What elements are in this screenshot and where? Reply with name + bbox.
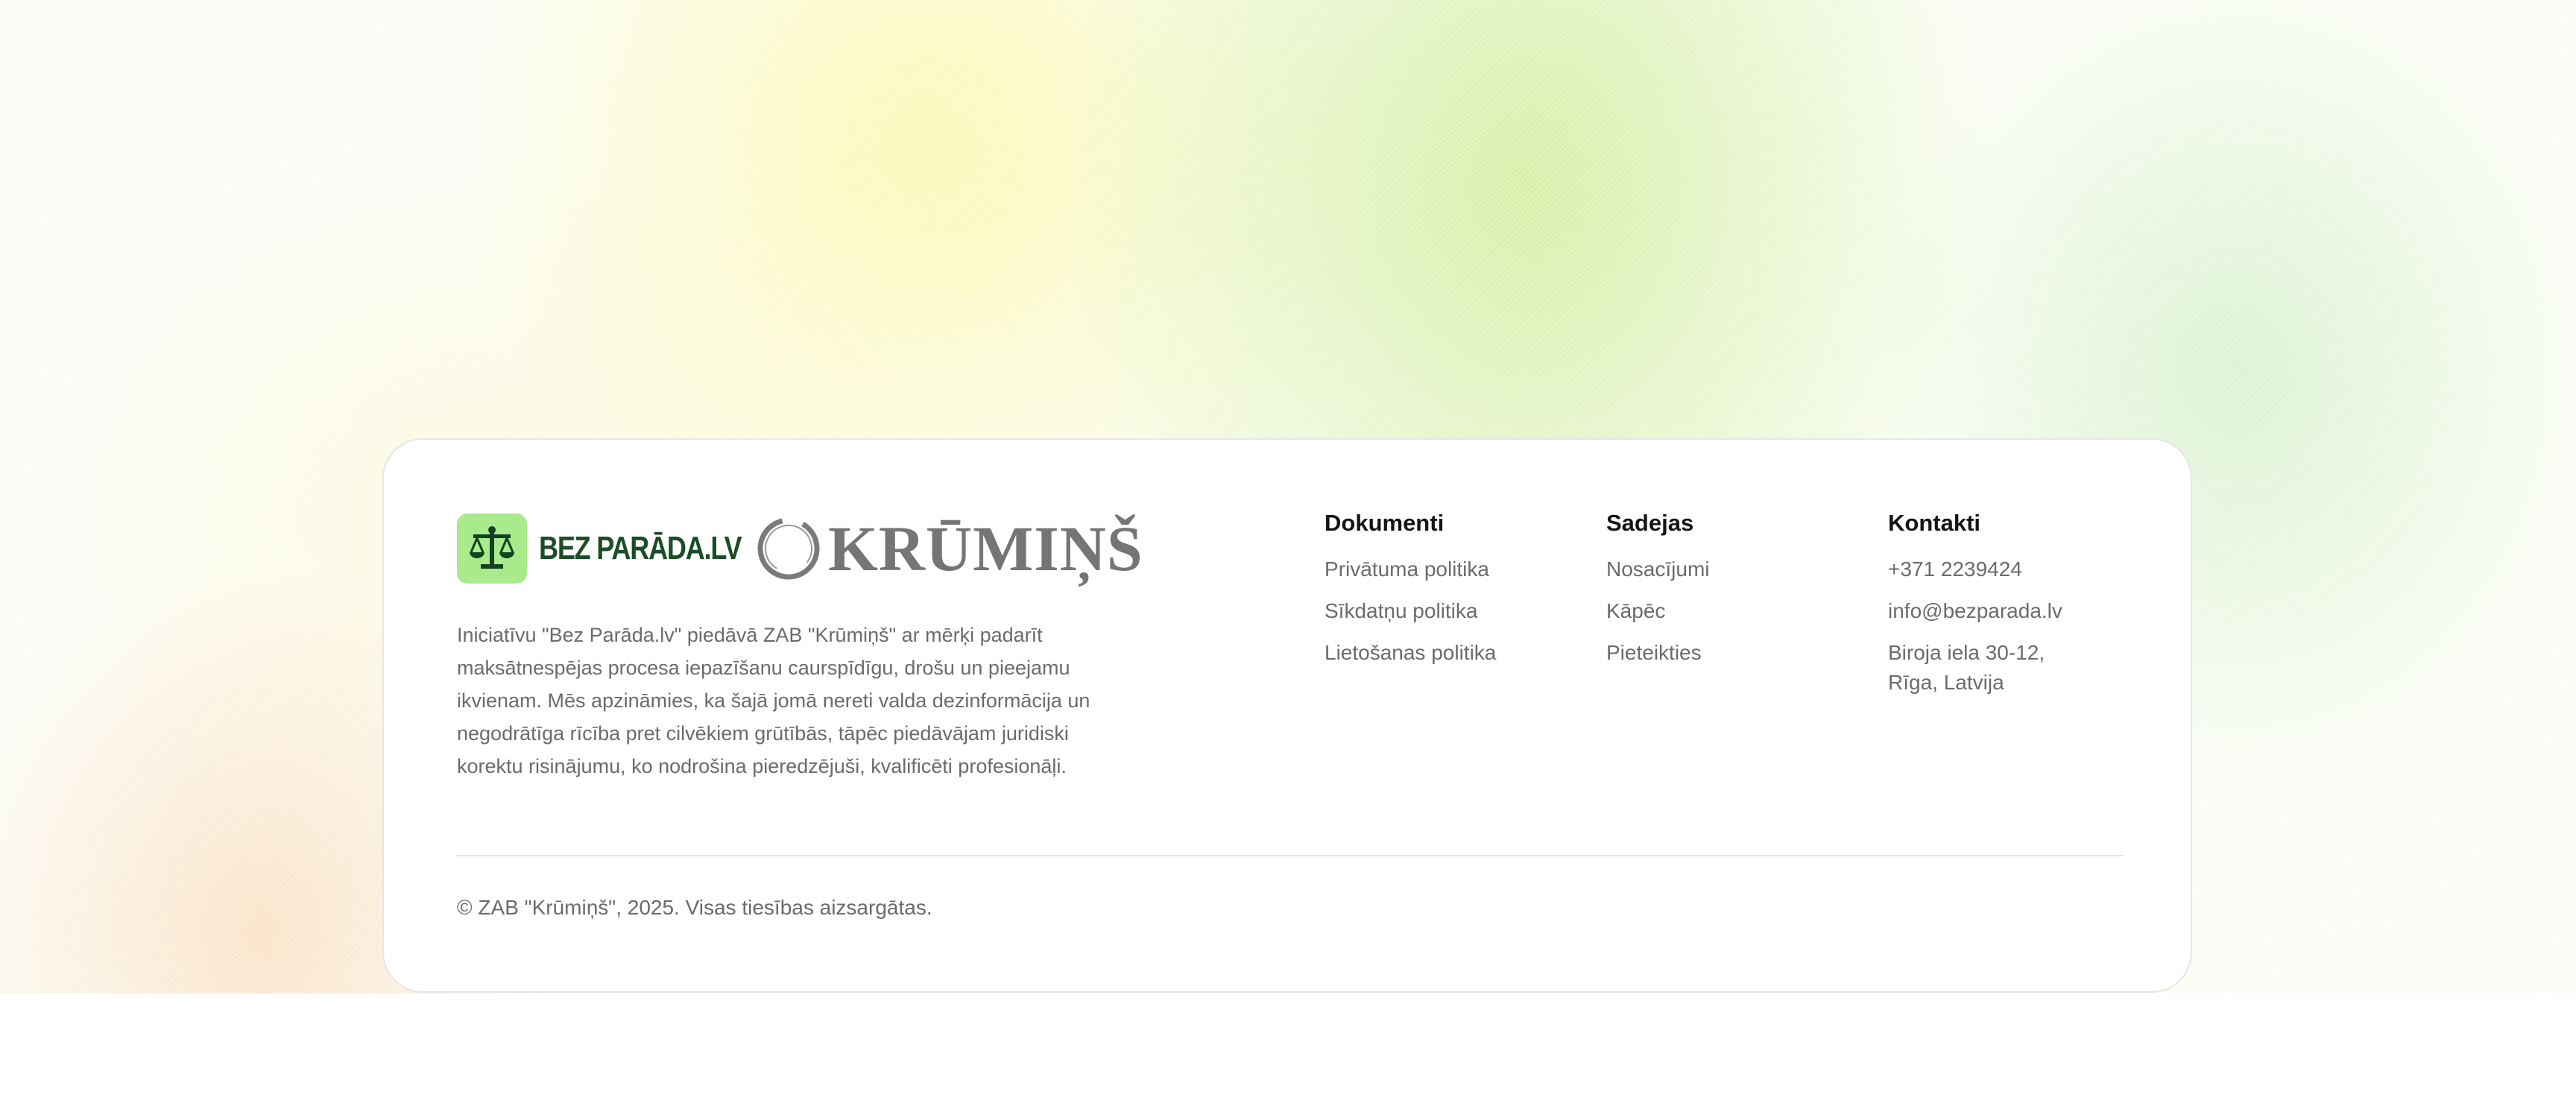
krumins-logo[interactable]: KRŪMIŅŠ xyxy=(755,515,1143,582)
ring-icon xyxy=(757,517,820,580)
scales-icon xyxy=(470,526,514,569)
documents-heading: Dokumenti xyxy=(1325,510,1445,536)
footer-divider xyxy=(457,855,2124,856)
contacts-column: Kontakti +371 2239424 info@bezparada.lv … xyxy=(1888,508,2062,698)
contact-phone[interactable]: +371 2239424 xyxy=(1888,555,2062,584)
address-line-1: Biroja iela 30-12, xyxy=(1888,641,2045,664)
address-line-2: Rīga, Latvija xyxy=(1888,671,2004,694)
contact-address: Biroja iela 30-12, Rīga, Latvija xyxy=(1888,638,2062,698)
bezparada-logo-text[interactable]: BEZ PARĀDA.LV xyxy=(539,530,742,567)
link-why[interactable]: Kāpēc xyxy=(1606,596,1709,626)
logo-row: BEZ PARĀDA.LV KRŪMIŅŠ xyxy=(457,513,1143,584)
about-text: Iniciatīvu "Bez Parāda.lv" piedāvā ZAB "… xyxy=(457,624,1090,777)
krumins-logo-text: KRŪMIŅŠ xyxy=(828,513,1143,584)
copyright-text: © ZAB "Krūmiņš", 2025. Visas tiesības ai… xyxy=(457,896,932,919)
bezparada-logo-badge[interactable] xyxy=(457,514,527,584)
site-footer: BEZ PARĀDA.LV KRŪMIŅŠ Iniciatīvu "Bez Pa… xyxy=(382,438,2192,993)
link-privacy-policy[interactable]: Privātuma politika xyxy=(1325,555,1496,584)
link-apply[interactable]: Pieteikties xyxy=(1606,638,1709,668)
documents-column: Dokumenti Privātuma politika Sīkdatņu po… xyxy=(1325,508,1496,680)
link-conditions[interactable]: Nosacījumi xyxy=(1606,555,1709,584)
contacts-heading: Kontakti xyxy=(1888,510,1980,536)
sadejas-heading: Sadejas xyxy=(1606,510,1694,536)
link-cookie-policy[interactable]: Sīkdatņu politika xyxy=(1325,596,1496,626)
contact-email[interactable]: info@bezparada.lv xyxy=(1888,596,2062,626)
sadejas-column: Sadejas Nosacījumi Kāpēc Pieteikties xyxy=(1606,508,1709,680)
link-terms-of-use[interactable]: Lietošanas politika xyxy=(1325,638,1496,668)
